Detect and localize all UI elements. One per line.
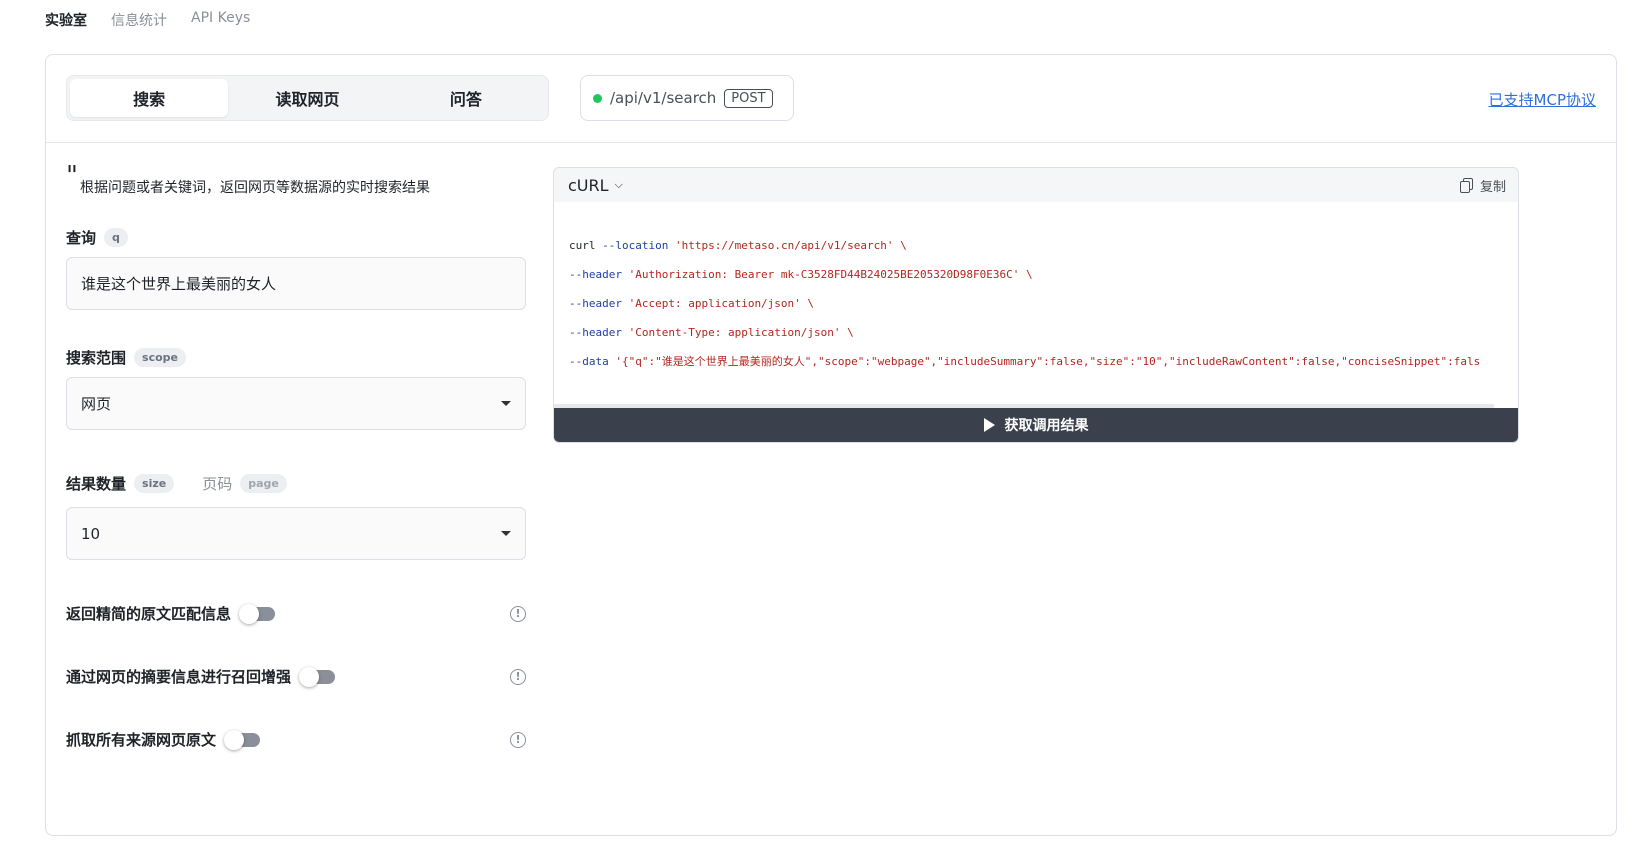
toggle-knob	[299, 666, 320, 687]
api-description: " 根据问题或者关键词，返回网页等数据源的实时搜索结果	[66, 161, 430, 197]
code-line: curl --location 'https://metaso.cn/api/v…	[569, 238, 907, 252]
toggle-label: 抓取所有来源网页原文	[66, 731, 217, 749]
scope-param-badge: scope	[134, 348, 186, 367]
quote-icon: "	[66, 161, 78, 191]
code-line: --header 'Content-Type: application/json…	[569, 325, 854, 339]
code-line: --header 'Accept: application/json' \	[569, 296, 815, 310]
caret-down-icon	[501, 401, 511, 406]
language-select[interactable]: cURL ⌵	[568, 176, 623, 195]
description-text: 根据问题或者关键词，返回网页等数据源的实时搜索结果	[79, 180, 430, 196]
header-row: 搜索 读取网页 问答 /api/v1/search POST 已支持MCP协议	[46, 55, 1616, 143]
query-label-text: 查询	[66, 229, 97, 247]
copy-button[interactable]: 复制	[1459, 176, 1506, 195]
query-input-value: 谁是这个世界上最美丽的女人	[81, 275, 277, 293]
info-icon[interactable]: !	[510, 605, 526, 622]
nav-item-lab[interactable]: 实验室	[45, 10, 87, 30]
run-request-button[interactable]: 获取调用结果	[554, 408, 1518, 442]
code-snippet: curl --location 'https://metaso.cn/api/v…	[569, 224, 1518, 398]
info-icon[interactable]: !	[510, 731, 526, 748]
scope-select[interactable]: 网页	[66, 377, 526, 430]
query-input[interactable]: 谁是这个世界上最美丽的女人	[66, 257, 526, 310]
scope-label-text: 搜索范围	[66, 349, 127, 367]
toggle-row-concise-snippet: 返回精简的原文匹配信息 !	[66, 603, 526, 624]
code-header: cURL ⌵ 复制	[554, 168, 1518, 202]
endpoint-path: /api/v1/search	[610, 89, 717, 107]
toggle-knob	[239, 603, 260, 624]
code-line: --data '{"q":"谁是这个世界上最美丽的女人","scope":"we…	[569, 354, 1481, 368]
query-label: 查询 q	[66, 227, 128, 248]
caret-down-icon	[501, 531, 511, 536]
size-param-badge: size	[134, 474, 175, 493]
top-nav: 实验室 信息统计 API Keys	[45, 10, 250, 30]
copy-icon	[1459, 177, 1474, 193]
run-request-label: 获取调用结果	[1004, 418, 1089, 434]
include-summary-toggle[interactable]	[299, 666, 336, 687]
status-dot-icon	[593, 93, 602, 103]
toggle-label: 通过网页的摘要信息进行召回增强	[66, 668, 292, 686]
size-label-text: 结果数量	[66, 475, 127, 493]
toggle-knob	[224, 729, 245, 750]
copy-button-label: 复制	[1479, 179, 1506, 195]
mode-tabs: 搜索 读取网页 问答	[66, 75, 549, 121]
tab-read-webpage[interactable]: 读取网页	[228, 79, 386, 117]
toggle-row-raw-content: 抓取所有来源网页原文 !	[66, 729, 526, 750]
code-panel: cURL ⌵ 复制 curl --location 'https://metas…	[553, 167, 1519, 443]
code-line: --header 'Authorization: Bearer mk-C3528…	[569, 267, 1033, 281]
toggle-row-include-summary: 通过网页的摘要信息进行召回增强 !	[66, 666, 526, 687]
query-param-badge: q	[104, 228, 128, 247]
toggle-label: 返回精简的原文匹配信息	[66, 605, 232, 623]
size-select[interactable]: 10	[66, 507, 526, 560]
scope-select-value: 网页	[81, 395, 112, 413]
main-card: 搜索 读取网页 问答 /api/v1/search POST 已支持MCP协议 …	[45, 54, 1617, 836]
page-label-text: 页码	[202, 475, 233, 493]
nav-item-stats[interactable]: 信息统计	[111, 10, 167, 30]
tab-qa[interactable]: 问答	[387, 79, 545, 117]
scope-label: 搜索范围 scope	[66, 347, 186, 368]
info-icon[interactable]: !	[510, 668, 526, 685]
method-badge: POST	[724, 88, 773, 108]
tab-search[interactable]: 搜索	[70, 79, 229, 117]
size-page-labels: 结果数量 size 页码 page	[66, 473, 287, 494]
endpoint-indicator: /api/v1/search POST	[580, 75, 794, 121]
play-icon	[983, 418, 995, 432]
page-param-badge: page	[240, 474, 287, 493]
concise-snippet-toggle[interactable]	[239, 603, 276, 624]
chevron-down-icon: ⌵	[614, 178, 623, 191]
raw-content-toggle[interactable]	[224, 729, 261, 750]
size-select-value: 10	[81, 524, 101, 543]
mcp-support-link[interactable]: 已支持MCP协议	[1489, 89, 1596, 110]
nav-item-api-keys[interactable]: API Keys	[191, 10, 250, 30]
language-select-value: cURL	[568, 175, 609, 195]
